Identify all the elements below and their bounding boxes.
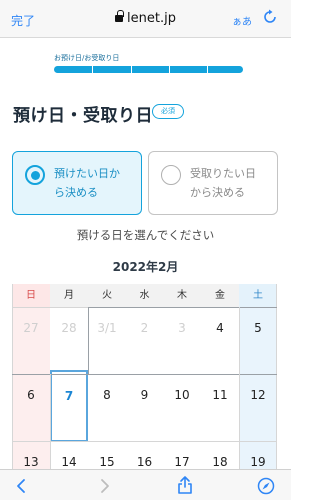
share-icon[interactable] — [176, 475, 194, 495]
compass-icon[interactable] — [257, 477, 275, 495]
grid-line — [12, 374, 277, 375]
grid-line — [88, 307, 89, 374]
day-cell[interactable]: 6 — [12, 374, 50, 441]
grid-line — [12, 441, 277, 442]
option-label-line1: 受取りたい日 — [190, 167, 256, 180]
back-icon[interactable] — [14, 478, 28, 494]
day-cell: 3 — [178, 321, 186, 335]
day-cell[interactable]: 9 — [126, 374, 163, 441]
day-cell: 2 — [140, 321, 149, 335]
grid-line — [88, 307, 277, 308]
weekday-mon: 月 — [50, 284, 88, 307]
day-cell[interactable]: 4 — [201, 307, 239, 374]
progress-segment — [208, 66, 243, 73]
text-size-button[interactable]: ぁあ — [232, 13, 252, 28]
progress-label: お預け日/お受取り日 — [54, 54, 120, 62]
calendar-month-label: 2022年2月 — [112, 260, 179, 274]
day-cell-today[interactable]: 7 — [50, 370, 88, 442]
page-title: 預け日・受取り日 — [13, 106, 153, 126]
option-label-line1: 預けたい日か — [54, 167, 120, 180]
weekday-fri: 金 — [201, 284, 239, 307]
day-cell[interactable]: 8 — [88, 374, 126, 441]
grid-line — [239, 307, 240, 469]
day-cell: 27 — [12, 307, 50, 374]
day-cell: 3/1 — [97, 321, 117, 335]
radio-unselected-icon[interactable] — [161, 165, 181, 185]
weekday-thu: 木 — [163, 284, 201, 307]
day-cell[interactable]: 10 — [163, 374, 201, 441]
browser-bottom-bar — [0, 469, 291, 500]
url-text: lenet.jp — [127, 11, 176, 26]
weekday-wed: 水 — [126, 284, 163, 307]
progress-segment — [93, 66, 131, 73]
option-label-line2: ら決める — [54, 186, 98, 199]
reload-icon[interactable] — [262, 9, 278, 25]
day-cell[interactable]: 12 — [239, 374, 277, 441]
day-cell: 28 — [61, 321, 77, 335]
progress-segment — [132, 66, 169, 73]
required-badge: 必須 — [152, 104, 184, 119]
weekday-tue: 火 — [88, 284, 126, 307]
forward-icon[interactable] — [98, 478, 112, 494]
radio-selected-icon[interactable] — [25, 165, 45, 185]
lock-icon — [115, 10, 124, 22]
progress-segment — [54, 66, 92, 73]
day-cell[interactable]: 11 — [201, 374, 239, 441]
weekday-sat: 土 — [239, 284, 277, 307]
option-label-line2: から決める — [190, 186, 245, 199]
instruction-text: 預ける日を選んでください — [76, 228, 215, 242]
progress-segment — [170, 66, 207, 73]
weekday-sun: 日 — [12, 284, 50, 307]
option-by-pickup-date[interactable]: 受取りたい日 から決める — [148, 151, 278, 215]
option-by-drop-off-date[interactable]: 預けたい日か ら決める — [12, 151, 142, 215]
browser-top-bar: 完了 lenet.jp ぁあ — [0, 0, 291, 38]
day-cell[interactable]: 5 — [239, 307, 277, 374]
grid-line — [50, 374, 51, 469]
